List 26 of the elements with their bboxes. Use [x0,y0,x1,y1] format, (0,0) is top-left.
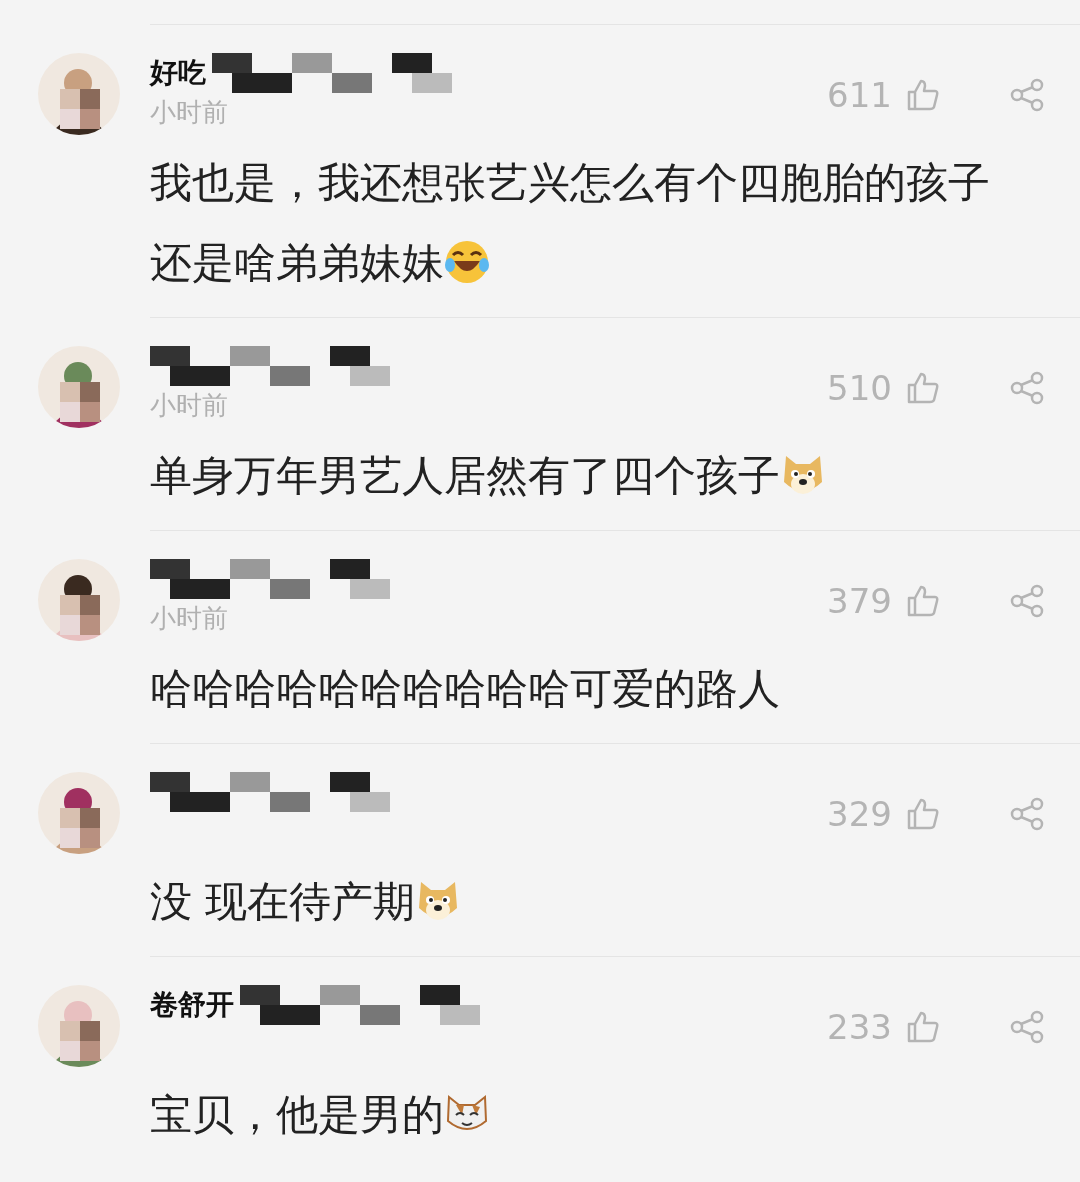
comment-time: 小时前 [150,96,229,129]
comment-text: 宝贝，他是男的 [150,1075,1030,1155]
share-icon[interactable] [1010,371,1044,405]
comment-time: 小时前 [150,389,229,422]
comment-text: 没 现在待产期 [150,862,1030,942]
thumbs-up-icon[interactable] [906,371,940,405]
like-count: 329 [827,794,892,834]
like-count: 379 [827,581,892,621]
username[interactable]: 卷舒开 [150,986,234,1024]
comment-text: 单身万年男艺人居然有了四个孩子 [150,436,1030,516]
thumbs-up-icon[interactable] [906,1010,940,1044]
like-count: 611 [827,75,892,115]
comment-time: 小时前 [150,602,229,635]
share-icon[interactable] [1010,584,1044,618]
thumbs-up-icon[interactable] [906,797,940,831]
thumbs-up-icon[interactable] [906,584,940,618]
share-icon[interactable] [1010,797,1044,831]
like-count: 233 [827,1007,892,1047]
comment-text: 哈哈哈哈哈哈哈哈哈哈可爱的路人 [150,663,781,715]
comment-text: 我也是，我还想张艺兴怎么有个四胞胎的孩子还是啥弟弟妹妹 [150,157,991,289]
share-icon[interactable] [1010,78,1044,112]
username[interactable]: 好吃 [150,54,206,92]
like-count: 510 [827,368,892,408]
laughing-face-icon [444,239,490,285]
share-icon[interactable] [1010,1010,1044,1044]
thumbs-up-icon[interactable] [906,78,940,112]
